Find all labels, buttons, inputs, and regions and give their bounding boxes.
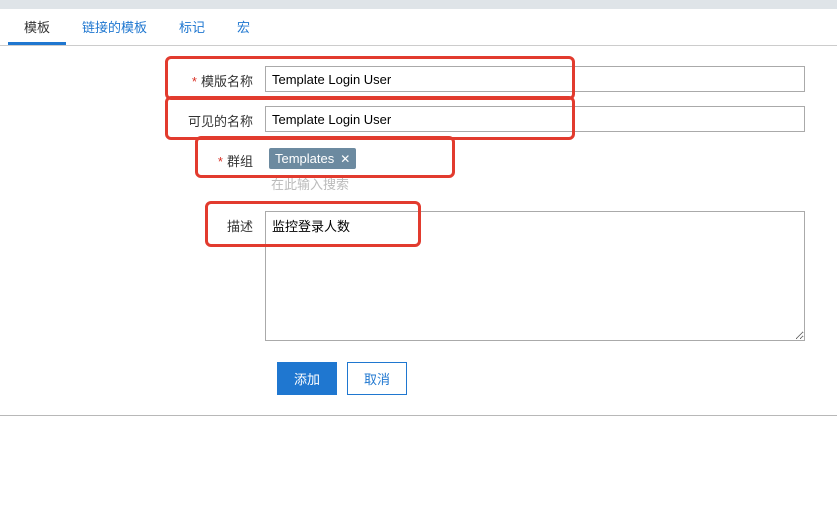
tab-macros[interactable]: 宏 [221, 9, 266, 45]
cancel-button[interactable]: 取消 [347, 362, 407, 395]
groups-multiselect[interactable]: Templates ✕ [265, 146, 805, 197]
add-button[interactable]: 添加 [277, 362, 337, 395]
tab-template[interactable]: 模板 [8, 9, 66, 45]
groups-search-input[interactable] [269, 173, 801, 195]
group-tag-label: Templates [275, 151, 334, 166]
groups-label: * 群组 [0, 146, 265, 170]
required-marker: * [218, 154, 223, 169]
groups-label-text: 群组 [227, 154, 253, 169]
visible-name-label: 可见的名称 [0, 106, 265, 130]
tab-linked-templates[interactable]: 链接的模板 [66, 9, 163, 45]
window-top-strip [0, 0, 837, 9]
form-buttons: 添加 取消 [277, 362, 837, 395]
template-form: * 模版名称 可见的名称 * 群组 Templates ✕ [0, 46, 837, 416]
visible-name-input[interactable] [265, 106, 805, 132]
template-name-label: * 模版名称 [0, 66, 265, 90]
tab-bar: 模板 链接的模板 标记 宏 [0, 9, 837, 46]
tab-tags[interactable]: 标记 [163, 9, 221, 45]
group-tag: Templates ✕ [269, 148, 356, 169]
description-label: 描述 [0, 211, 265, 235]
template-name-input[interactable] [265, 66, 805, 92]
remove-tag-icon[interactable]: ✕ [340, 153, 350, 165]
required-marker: * [192, 74, 197, 89]
description-textarea[interactable] [265, 211, 805, 341]
template-name-label-text: 模版名称 [201, 74, 253, 89]
